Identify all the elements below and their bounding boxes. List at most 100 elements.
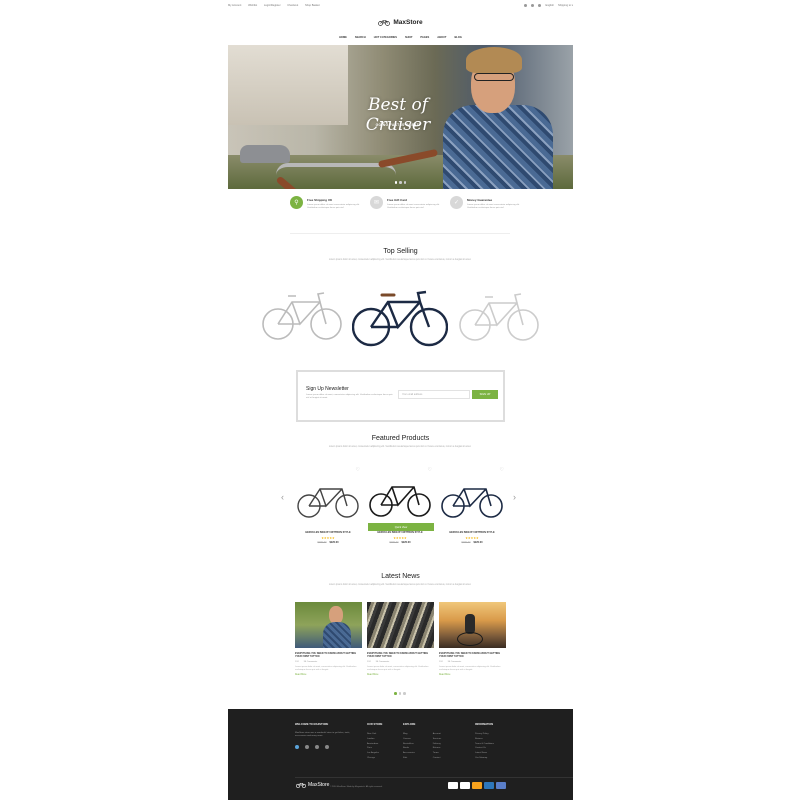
news-card[interactable]: EVERYTHING YOU NEED TO KNOW ABOUT GETTIN… [295,602,362,676]
main-nav: HOME SEARCH HOT CATEGORIES SHOP PAGES AB… [228,36,573,42]
top-right: English Shipping to ▾ [524,3,573,7]
top-link-checkout[interactable]: Checkout [287,4,298,7]
news-card[interactable]: EVERYTHING YOU NEED TO KNOW ABOUT GETTIN… [439,602,506,676]
news-meta: 124 36 Comments [439,661,506,663]
next-arrow-icon[interactable]: › [513,492,516,502]
top-selling-bike-3[interactable] [459,292,539,342]
product-price: $290.00 $220.00 [296,541,360,544]
facebook-icon[interactable] [524,3,528,7]
slider-dot[interactable] [403,181,407,184]
product-name[interactable]: HERCULES BIKE BY MITTRON STYLE [440,531,504,534]
wishlist-heart-icon[interactable]: ♡ [428,467,432,473]
latest-news-title: Latest News [381,573,420,580]
newsletter-box: Sign Up Newsletter Lorem ipsum dolor sit… [296,370,505,422]
footer-explore-columns: Blog Careers Bestsellers Books Accessori… [403,732,441,761]
news-desc: Lorem ipsum dolor sit amet, consectetur … [295,665,357,671]
feature-desc: Lorem ipsum dolor sit amet consectetur a… [467,204,520,209]
news-title[interactable]: EVERYTHING YOU NEED TO KNOW ABOUT GETTIN… [367,652,434,659]
quick-view-button[interactable]: Quick View [368,523,434,531]
footer-heading: EXPLORE [403,723,416,726]
hero-bg-car [240,145,290,163]
read-more-link[interactable]: Read More [439,674,506,676]
wishlist-heart-icon[interactable]: ♡ [356,467,360,473]
slider-dot[interactable] [394,181,398,184]
footer-link[interactable]: Chicago [367,756,382,761]
news-slider-dots [0,692,800,695]
feature-title: Free Shipping UK [307,198,333,202]
product-name[interactable]: HERCULES BIKE BY MITTRON STYLE [296,531,360,534]
twitter-icon[interactable] [531,3,535,7]
logo[interactable]: MaxStore [228,14,573,30]
product-name[interactable]: HERCULES BIKE BY MITTRON STYLE [368,531,432,534]
news-title[interactable]: EVERYTHING YOU NEED TO KNOW ABOUT GETTIN… [439,652,506,659]
newsletter-email-input[interactable]: Your email address [398,390,470,399]
new-price: $220.00 [329,541,339,544]
twitter-icon[interactable] [295,744,299,749]
top-selling-bike-1[interactable] [262,290,342,342]
google-plus-icon[interactable] [315,744,319,749]
currency-select[interactable]: Shipping to ▾ [558,4,573,7]
footer-explore-col1: Blog Careers Bestsellers Books Accessori… [403,732,415,761]
footer-our-store: OUR STORE New York London Amsterdam Pari… [367,723,382,761]
footer-brand-name: MaxStore [308,782,330,788]
top-selling-desc: Lorem ipsum dolor sit amet, consectetur … [328,259,472,261]
footer-link[interactable]: Our Sitemap [475,756,494,761]
top-links: My Account Wishlist Login/Register Check… [228,4,326,7]
read-more-link[interactable]: Read More [367,674,434,676]
news-thumbnail[interactable] [295,602,362,648]
features-row: ⚲ Free Shipping UK Lorem ipsum dolor sit… [290,196,520,226]
comments-count: 36 Comments [303,660,318,663]
footer-explore: EXPLORE Blog Careers Bestsellers Books A… [403,723,441,761]
hero-subtitle: GOING FAST IS GREAT! [375,123,421,127]
nav-pages[interactable]: PAGES [420,36,429,42]
google-plus-icon[interactable] [538,3,542,7]
news-title[interactable]: EVERYTHING YOU NEED TO KNOW ABOUT GETTIN… [295,652,362,659]
slider-dot[interactable] [403,692,406,695]
language-select[interactable]: English [545,4,554,7]
wishlist-heart-icon[interactable]: ♡ [500,467,504,473]
footer-explore-col2: Account Services Delivery Returns Terms … [433,732,441,761]
footer-link[interactable]: Kids [403,756,415,761]
news-meta: 124 36 Comments [295,661,362,663]
nav-hot-categories[interactable]: HOT CATEGORIES [374,36,397,42]
top-bar: My Account Wishlist Login/Register Check… [228,0,573,10]
new-price: $220.00 [473,541,483,544]
footer-link[interactable]: Services [433,737,441,742]
news-desc: Lorem ipsum dolor sit amet, consectetur … [439,665,501,671]
news-thumbnail[interactable] [439,602,506,648]
news-card[interactable]: EVERYTHING YOU NEED TO KNOW ABOUT GETTIN… [367,602,434,676]
shield-icon: ✓ [450,196,463,209]
slider-dot[interactable] [394,692,397,695]
top-selling-bike-2[interactable] [352,288,448,348]
nav-home[interactable]: HOME [339,36,347,42]
top-link-basket[interactable]: Shop Basket [305,4,320,7]
top-link-login[interactable]: Login/Register [264,4,281,7]
footer-social [295,744,355,749]
slider-dot[interactable] [399,181,402,184]
top-link-wishlist[interactable]: Wishlist [248,4,257,7]
footer-link[interactable]: Contact [433,756,441,761]
top-link-account[interactable]: My Account [228,4,241,7]
facebook-icon[interactable] [305,744,309,749]
instagram-icon[interactable] [325,744,329,749]
rating-stars: ★★★★★ [321,536,335,540]
nav-blog[interactable]: BLOG [454,36,462,42]
nav-about[interactable]: ABOUT [437,36,446,42]
nav-shop[interactable]: SHOP [405,36,412,42]
footer-logo[interactable]: MaxStore [296,782,329,788]
nav-search[interactable]: SEARCH [355,36,366,42]
footer: WELCOME TO MAXSTORE MaxStore store was a… [228,709,573,800]
bike-logo-icon [378,19,391,26]
hero-banner[interactable]: Best of Cruiser GOING FAST IS GREAT! [228,45,573,189]
quick-view-label: Quick View [394,525,408,529]
payment-methods [448,782,506,789]
news-thumbnail[interactable] [367,602,434,648]
read-more-link[interactable]: Read More [295,674,362,676]
divider [290,233,510,234]
footer-heading: INFORMATION [475,723,494,726]
prev-arrow-icon[interactable]: ‹ [281,492,284,502]
hero-slider-dots [228,181,573,184]
newsletter-signup-button[interactable]: SIGN UP [472,390,498,399]
slider-dot[interactable] [398,692,402,695]
featured-desc: Lorem ipsum dolor sit amet, consectetur … [328,446,472,448]
